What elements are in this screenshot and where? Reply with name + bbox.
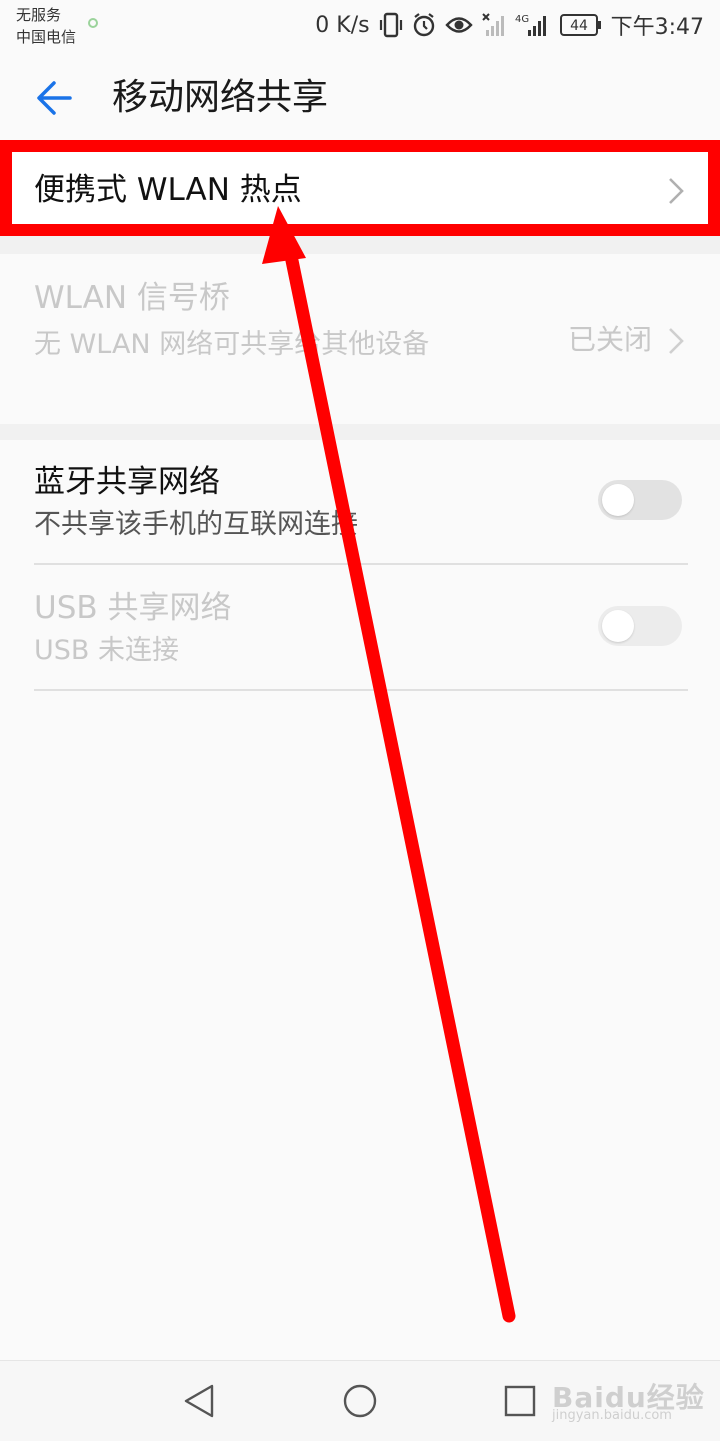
network-speed: 0 K/s <box>315 12 370 38</box>
toggle-knob <box>602 610 634 642</box>
wlan-bridge-label: WLAN 信号桥 <box>34 280 230 316</box>
back-triangle-icon[interactable] <box>180 1381 220 1421</box>
carrier-info: 无服务 中国电信 <box>16 4 98 48</box>
back-arrow-icon[interactable] <box>30 74 82 122</box>
no-signal-icon <box>481 13 504 36</box>
usb-tethering-row: USB 共享网络 USB 未连接 <box>0 564 720 690</box>
bluetooth-tethering-label: 蓝牙共享网络 <box>34 464 220 500</box>
divider <box>34 689 688 691</box>
bluetooth-tethering-toggle[interactable] <box>598 480 682 520</box>
battery-level: 44 <box>570 18 588 34</box>
wlan-bridge-status: 已关闭 <box>568 323 653 356</box>
bluetooth-tethering-subtitle: 不共享该手机的互联网连接 <box>34 509 358 540</box>
usb-tethering-label: USB 共享网络 <box>34 590 232 626</box>
carrier-status: 无服务 <box>16 6 62 24</box>
toggle-knob <box>602 484 634 516</box>
recents-square-icon[interactable] <box>500 1381 540 1421</box>
highlight-box <box>0 140 720 236</box>
signal-4g-icon: 4G <box>515 14 546 36</box>
usb-tethering-subtitle: USB 未连接 <box>34 635 180 666</box>
status-bar: 无服务 中国电信 0 K/s 4G 44 下午3:47 <box>0 0 720 52</box>
eye-comfort-icon <box>444 17 473 33</box>
battery-icon: 44 <box>559 14 601 36</box>
wlan-bridge-row: WLAN 信号桥 无 WLAN 网络可共享给其他设备 已关闭 <box>0 254 720 424</box>
section-gap <box>0 236 720 254</box>
bluetooth-tethering-row[interactable]: 蓝牙共享网络 不共享该手机的互联网连接 <box>0 440 720 564</box>
network-type-label: 4G <box>515 14 529 25</box>
clock: 下午3:47 <box>610 15 704 40</box>
alarm-icon <box>413 13 434 37</box>
wlan-bridge-subtitle: 无 WLAN 网络可共享给其他设备 <box>34 329 430 360</box>
carrier-name: 中国电信 <box>16 28 77 46</box>
page-title: 移动网络共享 <box>112 77 329 118</box>
section-gap <box>0 424 720 440</box>
home-circle-icon[interactable] <box>340 1381 380 1421</box>
watermark-url: jingyan.baidu.com <box>552 1408 672 1423</box>
hd-voice-icon <box>88 18 98 28</box>
app-header: 移动网络共享 <box>0 56 720 140</box>
vibrate-icon <box>379 12 402 38</box>
status-icons: 0 K/s 4G 44 下午3:47 <box>315 8 704 42</box>
usb-tethering-toggle <box>598 606 682 646</box>
chevron-right-icon <box>669 328 684 354</box>
